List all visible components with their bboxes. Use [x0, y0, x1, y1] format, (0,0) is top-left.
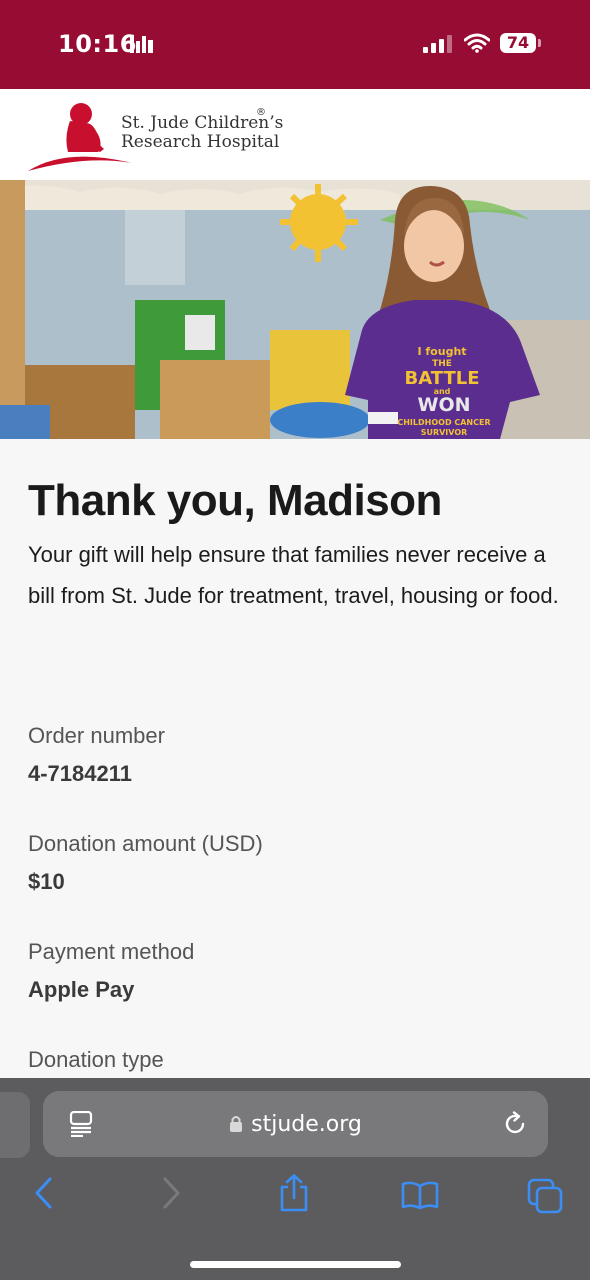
site-header: St. Jude Children’s Research Hospital ®: [0, 89, 590, 180]
shirt-text-6: CHILDHOOD CANCER: [397, 418, 490, 427]
battery-nub: [538, 39, 541, 47]
hero-photo-illustration: I fought THE BATTLE and WON CHILDHOOD CA…: [0, 180, 590, 439]
logo-line-2: Research Hospital: [121, 132, 280, 152]
previous-tab-preview[interactable]: [0, 1092, 30, 1158]
share-icon[interactable]: [278, 1174, 310, 1212]
donation-amount-block: Donation amount (USD) $10: [28, 831, 263, 895]
payment-method-label: Payment method: [28, 939, 195, 964]
registered-mark: ®: [256, 107, 266, 118]
lock-icon: [230, 1116, 243, 1132]
home-indicator[interactable]: [190, 1261, 401, 1268]
donation-type-label: Donation type: [28, 1047, 164, 1072]
shirt-text-7: SURVIVOR: [421, 428, 468, 437]
forward-icon[interactable]: [160, 1176, 182, 1210]
order-number-block: Order number 4-7184211: [28, 723, 165, 787]
st-jude-logo-icon[interactable]: [26, 97, 136, 172]
back-icon[interactable]: [33, 1176, 55, 1210]
cellular-signal-icon: [423, 35, 452, 53]
page-title: Thank you, Madison: [28, 476, 442, 525]
url-display[interactable]: stjude.org: [43, 1091, 548, 1157]
reload-icon[interactable]: [502, 1111, 528, 1137]
browser-toolbar: stjude.org: [0, 1078, 590, 1280]
address-bar[interactable]: stjude.org: [43, 1091, 548, 1157]
donation-type-block: Donation type: [28, 1047, 164, 1073]
shirt-text-5: WON: [417, 394, 470, 416]
status-time: 10:16: [58, 30, 137, 58]
wifi-icon: [464, 33, 490, 53]
url-text: stjude.org: [251, 1111, 362, 1137]
donation-amount-label: Donation amount (USD): [28, 831, 263, 856]
logo-wordmark: St. Jude Children’s Research Hospital: [121, 114, 283, 152]
payment-method-block: Payment method Apple Pay: [28, 939, 194, 1003]
order-number-value: 4-7184211: [28, 761, 132, 786]
donation-amount-value: $10: [28, 869, 65, 894]
shirt-text-1: I fought: [417, 345, 466, 358]
focus-status-icon: [130, 36, 153, 53]
bookmarks-icon[interactable]: [401, 1180, 439, 1210]
shirt-text-3: BATTLE: [405, 368, 480, 389]
confirmation-section: Thank you, Madison Your gift will help e…: [28, 470, 563, 616]
tabs-icon[interactable]: [527, 1178, 563, 1214]
hero-image: I fought THE BATTLE and WON CHILDHOOD CA…: [0, 180, 590, 439]
status-bar: 10:16 74: [0, 0, 590, 89]
battery-indicator: 74: [500, 33, 536, 53]
order-number-label: Order number: [28, 723, 165, 748]
payment-method-value: Apple Pay: [28, 977, 135, 1002]
confirmation-message: Your gift will help ensure that families…: [28, 542, 559, 608]
